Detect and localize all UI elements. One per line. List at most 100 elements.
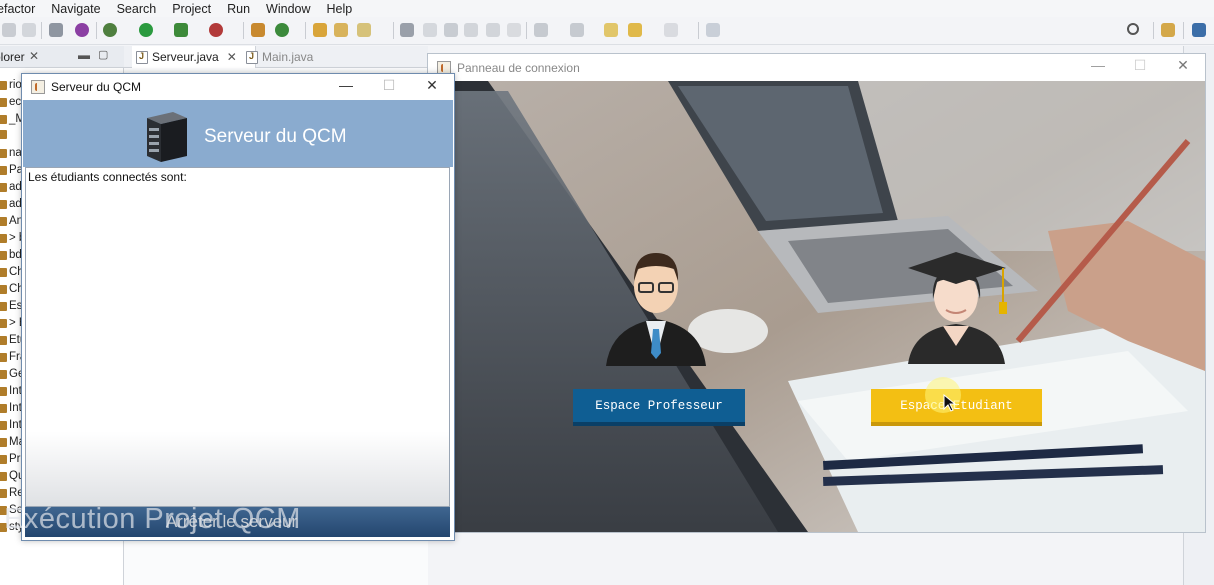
- toolbar-separator: [96, 22, 97, 39]
- java-file-icon: [0, 148, 7, 158]
- menu-window[interactable]: Window: [266, 2, 310, 16]
- java-file-icon: [0, 216, 7, 226]
- block-selection-icon[interactable]: [464, 23, 478, 37]
- java-file-icon: [0, 403, 7, 413]
- tree-item-label: Int: [9, 385, 22, 397]
- desk-photo: [428, 81, 1205, 532]
- tree-item-label: Int: [9, 419, 22, 431]
- tree-item[interactable]: Int: [0, 385, 22, 397]
- tab-serveur-java[interactable]: Serveur.java ✕: [132, 46, 256, 68]
- run-icon[interactable]: [139, 23, 153, 37]
- menu-navigate[interactable]: Navigate: [51, 2, 100, 16]
- java-file-icon: [0, 97, 7, 107]
- background-photo: Espace Professeur Espace Etudiant: [428, 81, 1205, 532]
- annotation-icon[interactable]: [423, 23, 437, 37]
- tree-item[interactable]: [0, 130, 9, 139]
- forward-icon[interactable]: [664, 23, 678, 37]
- mark-occurrences-icon[interactable]: [444, 23, 458, 37]
- java-app-icon: [31, 80, 45, 94]
- skip-breakpoints-icon[interactable]: [49, 23, 63, 37]
- external-tools-icon[interactable]: [209, 23, 223, 37]
- maximize-icon[interactable]: ▢: [98, 48, 108, 61]
- pin-editor-icon[interactable]: [706, 23, 720, 37]
- java-file-icon: [0, 420, 7, 430]
- toolbar-separator: [1183, 22, 1184, 39]
- pin-icon[interactable]: [400, 23, 414, 37]
- editor-tabs: Serveur.java ✕ Main.java: [124, 46, 428, 68]
- minimize-button[interactable]: —: [1088, 57, 1108, 73]
- connected-students-label: Les étudiants connectés sont:: [28, 170, 187, 184]
- previous-annotation-icon[interactable]: [570, 23, 584, 37]
- toolbar: [0, 17, 1214, 45]
- info-icon[interactable]: [75, 23, 89, 37]
- window-titlebar[interactable]: Panneau de connexion — ☐ ✕: [428, 54, 1205, 81]
- window-title: Serveur du QCM: [51, 80, 142, 94]
- package-explorer-tab-label: plorer: [0, 50, 25, 64]
- tree-item[interactable]: Int: [0, 419, 22, 431]
- window-titlebar[interactable]: Serveur du QCM — ☐ ✕: [22, 74, 454, 100]
- connected-students-list[interactable]: [25, 167, 450, 507]
- tree-item[interactable]: bd: [0, 249, 22, 261]
- toolbar-separator: [393, 22, 394, 39]
- server-window: Serveur du QCM — ☐ ✕ Serveur du QCM Les …: [21, 73, 455, 541]
- java-file-icon: [246, 50, 258, 64]
- java-perspective-icon[interactable]: [1192, 23, 1206, 37]
- toolbar-separator: [41, 22, 42, 39]
- save-icon[interactable]: [2, 23, 16, 37]
- tree-item-label: bd: [9, 249, 22, 261]
- java-file-icon: [0, 182, 7, 192]
- close-icon[interactable]: ✕: [227, 50, 237, 64]
- search-icon[interactable]: [1127, 23, 1139, 35]
- maximize-button[interactable]: ☐: [1130, 57, 1150, 74]
- java-file-icon: [0, 437, 7, 447]
- java-file-icon: [0, 454, 7, 464]
- menu-refactor[interactable]: Refactor: [0, 2, 35, 16]
- java-file-icon: [0, 80, 7, 90]
- java-file-icon: [0, 386, 7, 396]
- stop-server-button[interactable]: Arrêter le serveur: [25, 507, 450, 537]
- java-file-icon: [0, 114, 7, 124]
- tree-item[interactable]: Int: [0, 402, 22, 414]
- new-class-icon[interactable]: [275, 23, 289, 37]
- coverage-icon[interactable]: [174, 23, 188, 37]
- java-file-icon: [0, 233, 7, 243]
- search-tool-icon[interactable]: [357, 23, 371, 37]
- server-header: Serveur du QCM: [23, 100, 453, 167]
- menu-run[interactable]: Run: [227, 2, 250, 16]
- professor-avatar: [606, 253, 706, 366]
- minimize-icon[interactable]: ▬: [78, 48, 90, 62]
- tab-label: Serveur.java: [152, 50, 219, 64]
- tab-main-java[interactable]: Main.java: [242, 46, 352, 68]
- toolbar-separator: [526, 22, 527, 39]
- menu-project[interactable]: Project: [172, 2, 211, 16]
- next-annotation-icon[interactable]: [534, 23, 548, 37]
- save-all-icon[interactable]: [22, 23, 36, 37]
- open-folder-icon[interactable]: [334, 23, 348, 37]
- professor-space-button[interactable]: Espace Professeur: [573, 389, 745, 426]
- back-icon[interactable]: [628, 23, 642, 37]
- package-explorer-tab[interactable]: plorer ✕ ▬ ▢: [0, 46, 124, 68]
- open-type-icon[interactable]: [313, 23, 327, 37]
- java-file-icon: [0, 352, 7, 362]
- stop-server-button-label: Arrêter le serveur: [165, 512, 298, 531]
- debug-icon[interactable]: [103, 23, 117, 37]
- tree-item[interactable]: An: [0, 215, 23, 227]
- close-button[interactable]: ✕: [1173, 57, 1193, 74]
- minimize-button[interactable]: —: [336, 77, 356, 93]
- java-file-icon: [0, 505, 7, 515]
- show-whitespace-icon[interactable]: [507, 23, 521, 37]
- maximize-button[interactable]: ☐: [379, 77, 399, 94]
- java-file-icon: [0, 369, 7, 379]
- window-title: Panneau de connexion: [457, 60, 580, 75]
- open-perspective-icon[interactable]: [1161, 23, 1175, 37]
- menu-search[interactable]: Search: [117, 2, 157, 16]
- tree-item[interactable]: rio: [0, 79, 22, 91]
- word-wrap-icon[interactable]: [486, 23, 500, 37]
- java-file-icon: [0, 522, 7, 532]
- close-icon[interactable]: ✕: [29, 49, 39, 63]
- new-package-icon[interactable]: [251, 23, 265, 37]
- toolbar-separator: [305, 22, 306, 39]
- last-edit-icon[interactable]: [604, 23, 618, 37]
- close-button[interactable]: ✕: [422, 77, 442, 94]
- menu-help[interactable]: Help: [327, 2, 353, 16]
